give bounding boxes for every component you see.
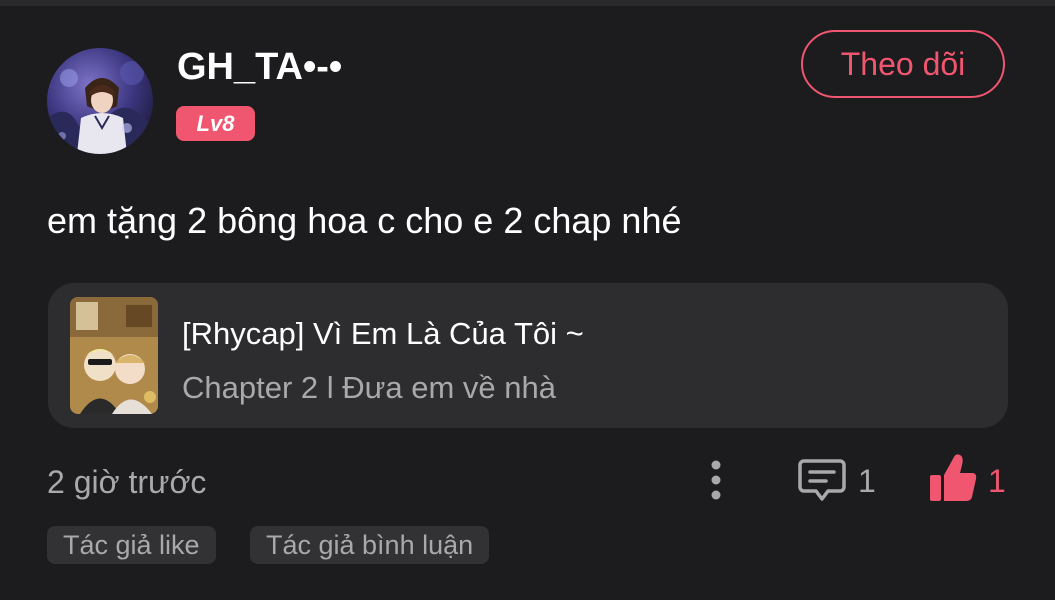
story-title: [Rhycap] Vì Em Là Của Tôi ~: [182, 316, 584, 351]
level-badge: Lv8: [176, 106, 255, 141]
like-button[interactable]: 1: [928, 451, 1018, 505]
chapter-link-card[interactable]: [Rhycap] Vì Em Là Của Tôi ~ Chapter 2 l …: [48, 283, 1008, 428]
author-like-tag: Tác giả like: [47, 526, 216, 564]
author-comment-tag: Tác giả bình luận: [250, 526, 490, 564]
more-options-button[interactable]: [700, 456, 732, 504]
chapter-name: Chapter 2 l Đưa em về nhà: [182, 370, 556, 405]
follow-button[interactable]: Theo dõi: [801, 30, 1005, 98]
username[interactable]: GH_TA•-•: [177, 46, 342, 89]
story-cover-image: [70, 297, 158, 414]
like-count: 1: [988, 463, 1006, 499]
reply-count: 1: [858, 463, 876, 499]
comment-bubble-icon: [798, 459, 846, 501]
thumbs-up-icon: [930, 454, 977, 501]
more-vertical-icon: [711, 460, 721, 500]
comment-text: em tặng 2 bông hoa c cho e 2 chap nhé: [47, 200, 682, 241]
top-divider: [0, 0, 1055, 6]
comment-timestamp: 2 giờ trước: [47, 464, 207, 500]
reply-button[interactable]: 1: [796, 453, 886, 505]
avatar[interactable]: [47, 48, 153, 154]
